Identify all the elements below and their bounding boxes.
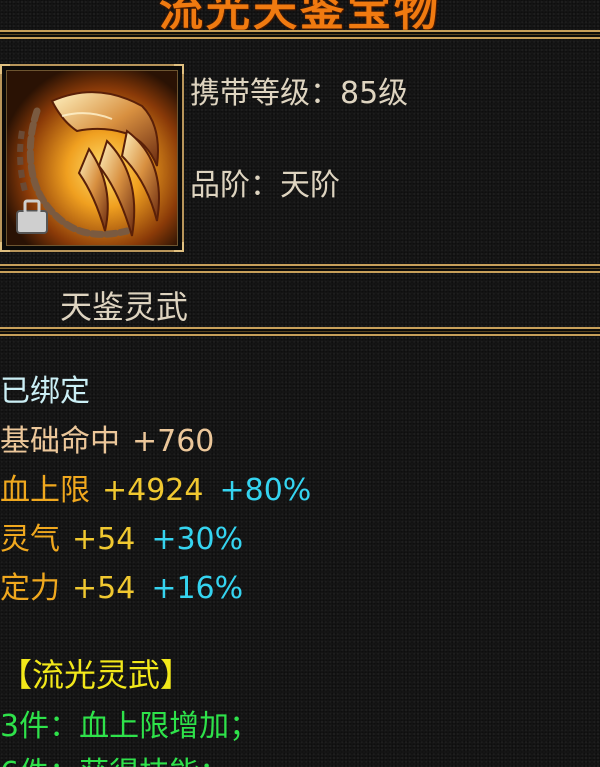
- set-bonus-6: 6件：获得技能；: [0, 748, 229, 767]
- grade-text: 品阶：天阶: [190, 168, 340, 203]
- frame-corner: [0, 64, 10, 74]
- top-divider: [0, 30, 600, 39]
- set-bonus-3: 3件：血上限增加；: [0, 709, 260, 744]
- frame-corner: [0, 242, 10, 252]
- stat-hp-percent: +80%: [219, 473, 312, 508]
- frame-corner: [174, 64, 184, 74]
- item-icon-frame: [0, 64, 184, 252]
- stat-hit: 基础命中 +760: [0, 416, 214, 460]
- mid-divider: [0, 264, 600, 273]
- stat-spirit-label: 灵气: [0, 522, 60, 557]
- stat-focus: 定力 +54 +16%: [0, 563, 243, 607]
- stat-hit-value: +760: [132, 424, 215, 459]
- stat-hp: 血上限 +4924 +80%: [0, 465, 311, 509]
- item-icon-slot: [6, 70, 178, 246]
- stat-spirit-value: +54: [72, 522, 136, 557]
- bound-status: 已绑定: [0, 374, 90, 409]
- stat-spirit: 灵气 +54 +30%: [0, 514, 243, 558]
- name-divider: [0, 327, 600, 336]
- stat-focus-percent: +16%: [151, 571, 244, 606]
- item-name: 天鉴灵武: [60, 288, 189, 326]
- frame-corner: [174, 242, 184, 252]
- stat-hp-value: +4924: [102, 473, 204, 508]
- stat-spirit-percent: +30%: [151, 522, 244, 557]
- stat-focus-label: 定力: [0, 571, 60, 606]
- golden-claw-weapon-icon: [7, 71, 177, 245]
- carry-level-text: 携带等级：85级: [190, 76, 409, 111]
- stat-hit-label: 基础命中: [0, 424, 120, 459]
- set-title: 【流光灵武】: [0, 656, 193, 694]
- stat-hp-label: 血上限: [0, 473, 90, 508]
- stat-focus-value: +54: [72, 571, 136, 606]
